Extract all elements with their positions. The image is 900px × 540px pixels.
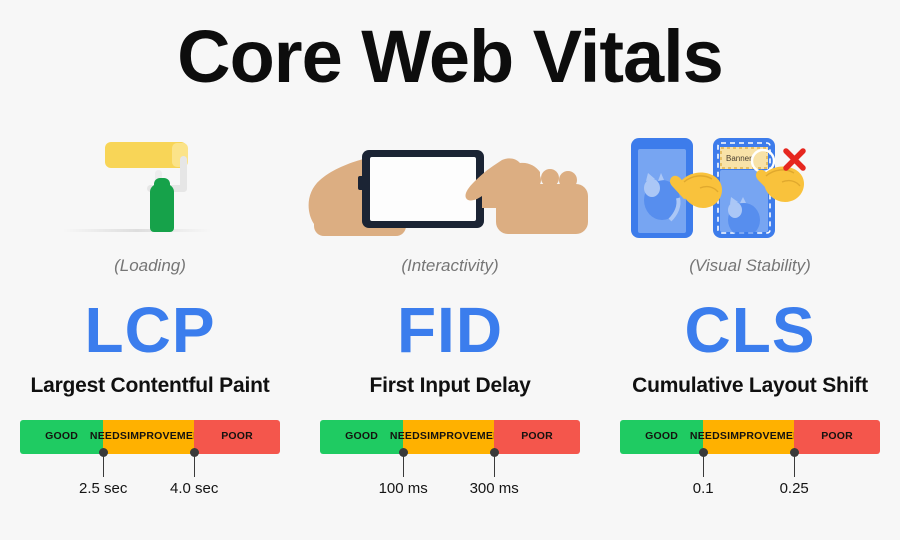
marker-stem (493, 455, 496, 477)
segment-needs-improvement: NEEDS IMPROVEMENT (690, 420, 807, 454)
metric-full-name: First Input Delay (369, 374, 531, 397)
marker-stem (702, 455, 705, 477)
metric-column-cls: Banner (Visual Stability) CLS Cumulative… (600, 128, 900, 540)
segment-needs-line1: NEEDS (389, 430, 428, 443)
marker-label: 4.0 sec (170, 480, 219, 497)
shifting-banner-phones-icon: Banner (600, 128, 900, 246)
marker-stem (402, 455, 405, 477)
marker-stem (793, 455, 796, 477)
right-hand-knuckle-3 (559, 171, 577, 189)
phone-side-button (358, 176, 364, 190)
roller-shadow (62, 229, 212, 232)
metric-full-name: Largest Contentful Paint (30, 374, 270, 397)
threshold-bar-track: GOOD NEEDS IMPROVEMENT POOR (20, 420, 280, 454)
segment-poor: POOR (494, 420, 580, 454)
threshold-bar: GOOD NEEDS IMPROVEMENT POOR 2.5 sec 4.0 … (20, 420, 280, 497)
hands-phone-svg (308, 150, 588, 236)
metric-caption: (Interactivity) (401, 256, 499, 275)
segment-poor: POOR (194, 420, 280, 454)
phone-screen (370, 157, 476, 221)
hands-phone-tap-icon (300, 128, 600, 246)
segment-needs-line1: NEEDS (689, 430, 728, 443)
metric-caption: (Visual Stability) (689, 256, 811, 275)
right-hand-palm (496, 184, 588, 234)
metric-acronym: CLS (684, 294, 816, 366)
banner-label: Banner (726, 154, 752, 163)
right-hand-knuckle-2 (541, 169, 559, 187)
roller-grip (150, 184, 174, 232)
metric-caption: (Loading) (114, 256, 186, 275)
cls-phones-svg: Banner (631, 138, 806, 238)
error-cross-icon (783, 148, 806, 171)
threshold-bar: GOOD NEEDS IMPROVEMENT POOR 0.1 0.25 (620, 420, 880, 497)
segment-needs-improvement: NEEDS IMPROVEMENT (390, 420, 507, 454)
metrics-columns: (Loading) LCP Largest Contentful Paint G… (0, 128, 900, 540)
metric-acronym: LCP (84, 294, 216, 366)
threshold-bar-track: GOOD NEEDS IMPROVEMENT POOR (320, 420, 580, 454)
page-title: Core Web Vitals (177, 15, 724, 98)
marker-label: 0.25 (779, 480, 809, 497)
segment-needs-improvement: NEEDS IMPROVEMENT (90, 420, 207, 454)
paint-roller-icon (0, 128, 300, 246)
threshold-bar: GOOD NEEDS IMPROVEMENT POOR 100 ms 300 m… (320, 420, 580, 497)
metric-column-fid: (Interactivity) FID First Input Delay GO… (300, 128, 600, 540)
marker-stem (102, 455, 105, 477)
threshold-bar-track: GOOD NEEDS IMPROVEMENT POOR (620, 420, 880, 454)
segment-needs-line1: NEEDS (89, 430, 128, 443)
metric-acronym: FID (396, 294, 504, 366)
marker-stem (193, 455, 196, 477)
metric-column-lcp: (Loading) LCP Largest Contentful Paint G… (0, 128, 300, 540)
marker-label: 300 ms (469, 480, 519, 497)
metric-full-name: Cumulative Layout Shift (632, 374, 868, 397)
segment-poor: POOR (794, 420, 880, 454)
right-hand-knuckle-1 (523, 171, 541, 189)
